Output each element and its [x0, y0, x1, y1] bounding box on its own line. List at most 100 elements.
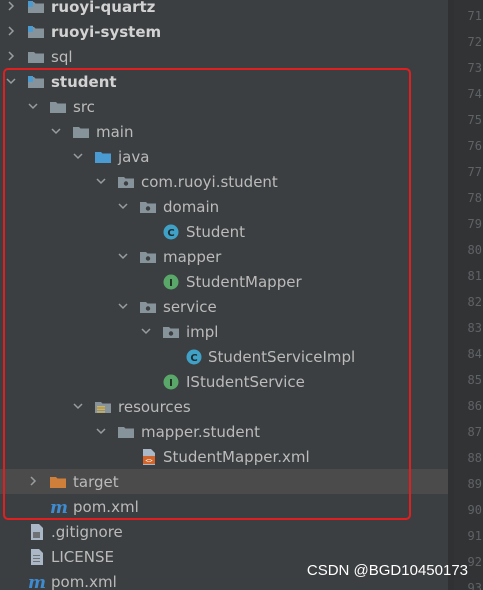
- tree-item-interface-studentmapper[interactable]: I StudentMapper: [0, 269, 448, 294]
- line-number: 90: [467, 503, 482, 517]
- tree-item-label: StudentServiceImpl: [208, 348, 356, 366]
- tree-item-label: com.ruoyi.student: [141, 173, 278, 191]
- tree-item-package-impl[interactable]: impl: [0, 319, 448, 344]
- tree-item-file-gitignore[interactable]: .gitignore: [0, 519, 448, 544]
- tree-item-label: resources: [118, 398, 191, 416]
- chevron-right-icon[interactable]: [5, 25, 17, 37]
- tree-item-label: .gitignore: [51, 523, 123, 541]
- package-icon: [139, 298, 157, 316]
- java-interface-icon: I: [162, 273, 180, 291]
- tree-item-main[interactable]: main: [0, 119, 448, 144]
- maven-icon: m: [27, 573, 49, 590]
- line-number: 83: [467, 321, 482, 335]
- chevron-right-icon[interactable]: [5, 50, 17, 62]
- project-tool-window: ruoyi-quartz ruoyi-system sql student sr…: [0, 0, 483, 590]
- tree-item-class-studentserviceimpl[interactable]: C StudentServiceImpl: [0, 344, 448, 369]
- line-number: 80: [467, 243, 482, 257]
- tree-item-label: src: [73, 98, 95, 116]
- chevron-down-icon[interactable]: [117, 250, 129, 262]
- folder-icon: [27, 48, 45, 66]
- module-folder-icon: [27, 73, 45, 91]
- line-number: 81: [467, 269, 482, 283]
- package-icon: [139, 248, 157, 266]
- tree-item-folder-mapper-student[interactable]: mapper.student: [0, 419, 448, 444]
- tree-item-java[interactable]: java: [0, 144, 448, 169]
- svg-text:<>: <>: [145, 458, 153, 465]
- folder-icon: [49, 98, 67, 116]
- svg-text:I: I: [169, 378, 173, 389]
- source-folder-icon: [94, 148, 112, 166]
- tree-item-src[interactable]: src: [0, 94, 448, 119]
- line-number: 77: [467, 165, 482, 179]
- tree-item-label: mapper: [163, 248, 222, 266]
- tree-item-label: ruoyi-quartz: [51, 0, 156, 16]
- java-interface-icon: I: [162, 373, 180, 391]
- chevron-down-icon[interactable]: [117, 300, 129, 312]
- line-number: 84: [467, 347, 482, 361]
- tree-item-package-service[interactable]: service: [0, 294, 448, 319]
- vertical-scrollbar[interactable]: [448, 0, 454, 590]
- chevron-down-icon[interactable]: [50, 125, 62, 137]
- tree-item-package-com-ruoyi-student[interactable]: com.ruoyi.student: [0, 169, 448, 194]
- line-number: 78: [467, 191, 482, 205]
- tree-item-package-mapper[interactable]: mapper: [0, 244, 448, 269]
- chevron-down-icon[interactable]: [72, 150, 84, 162]
- tree-item-sql[interactable]: sql: [0, 44, 448, 69]
- line-number: 74: [467, 87, 482, 101]
- chevron-down-icon[interactable]: [95, 425, 107, 437]
- folder-icon: [117, 423, 135, 441]
- line-number: 85: [467, 373, 482, 387]
- line-number: 87: [467, 425, 482, 439]
- tree-item-file-pom-xml-student[interactable]: m pom.xml: [0, 494, 448, 519]
- text-file-icon: [28, 548, 46, 566]
- chevron-right-icon[interactable]: [5, 0, 17, 12]
- tree-item-label: target: [73, 473, 119, 491]
- svg-text:m: m: [28, 573, 46, 590]
- line-number: 75: [467, 113, 482, 127]
- package-icon: [117, 173, 135, 191]
- tree-item-label: service: [163, 298, 217, 316]
- tree-item-resources[interactable]: resources: [0, 394, 448, 419]
- tree-item-interface-istudentservice[interactable]: I IStudentService: [0, 369, 448, 394]
- resources-folder-icon: [94, 398, 112, 416]
- tree-item-ruoyi-quartz[interactable]: ruoyi-quartz: [0, 0, 448, 19]
- tree-item-label: LICENSE: [51, 548, 114, 566]
- xml-file-icon: <>: [140, 448, 158, 466]
- java-class-icon: C: [162, 223, 180, 241]
- tree-item-target[interactable]: target: [0, 469, 448, 494]
- chevron-down-icon[interactable]: [117, 200, 129, 212]
- tree-item-package-domain[interactable]: domain: [0, 194, 448, 219]
- line-number: 86: [467, 399, 482, 413]
- chevron-down-icon[interactable]: [140, 325, 152, 337]
- tree-item-student[interactable]: student: [0, 69, 448, 94]
- tree-item-ruoyi-system[interactable]: ruoyi-system: [0, 19, 448, 44]
- line-number: 71: [467, 9, 482, 23]
- tree-item-label: pom.xml: [51, 573, 117, 590]
- line-number: 88: [467, 451, 482, 465]
- tree-item-label: student: [51, 73, 117, 91]
- tree-item-label: pom.xml: [73, 498, 139, 516]
- tree-item-label: java: [118, 148, 150, 166]
- package-icon: [139, 198, 157, 216]
- line-number: 73: [467, 61, 482, 75]
- line-number: 76: [467, 139, 482, 153]
- tree-item-label: StudentMapper.xml: [163, 448, 310, 466]
- chevron-down-icon[interactable]: [95, 175, 107, 187]
- line-number: 72: [467, 35, 482, 49]
- tree-item-label: impl: [186, 323, 219, 341]
- chevron-down-icon[interactable]: [27, 100, 39, 112]
- chevron-down-icon[interactable]: [72, 400, 84, 412]
- module-folder-icon: [27, 0, 45, 16]
- tree-item-class-student[interactable]: C Student: [0, 219, 448, 244]
- chevron-down-icon[interactable]: [5, 75, 17, 87]
- tree-item-label: domain: [163, 198, 220, 216]
- tree-item-label: Student: [186, 223, 246, 241]
- tree-item-file-studentmapper-xml[interactable]: <> StudentMapper.xml: [0, 444, 448, 469]
- project-tree: ruoyi-quartz ruoyi-system sql student sr…: [0, 0, 448, 590]
- package-icon: [162, 323, 180, 341]
- excluded-folder-icon: [49, 473, 67, 491]
- java-class-icon: C: [185, 348, 203, 366]
- line-number: 79: [467, 217, 482, 231]
- chevron-right-icon[interactable]: [27, 475, 39, 487]
- svg-text:m: m: [50, 498, 68, 516]
